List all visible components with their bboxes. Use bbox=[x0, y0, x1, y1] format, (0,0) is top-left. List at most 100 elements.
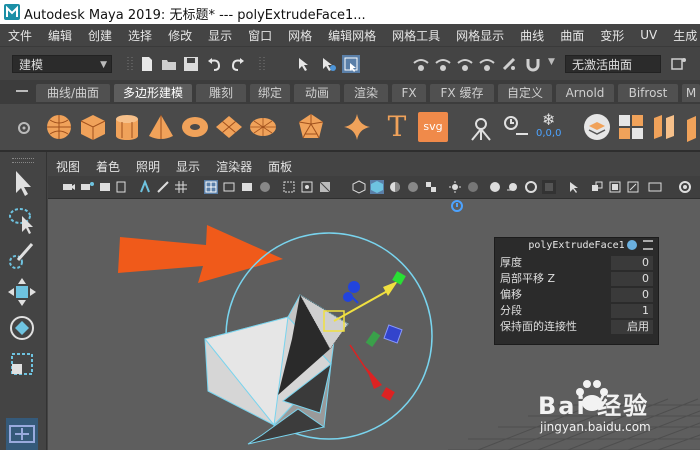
channel-menu-icon[interactable] bbox=[643, 240, 653, 250]
snowflake-icon[interactable]: ❄ 0,0,0 bbox=[536, 110, 566, 142]
menu-set-dropdown[interactable]: 建模 ▼ bbox=[12, 55, 112, 73]
super-shape-icon[interactable] bbox=[342, 112, 372, 142]
select-component-icon[interactable] bbox=[342, 55, 360, 73]
menu-curves[interactable]: 曲线 bbox=[512, 27, 552, 44]
select-hierarchy-icon[interactable] bbox=[296, 55, 314, 73]
xray-icon[interactable] bbox=[258, 180, 272, 194]
wireframe-icon[interactable] bbox=[204, 180, 218, 194]
snap-grid-icon[interactable] bbox=[412, 55, 430, 73]
menu-modify[interactable]: 修改 bbox=[160, 27, 200, 44]
screen-space-ao-icon[interactable] bbox=[488, 180, 502, 194]
open-scene-icon[interactable] bbox=[160, 55, 178, 73]
anti-aliasing-icon[interactable] bbox=[524, 180, 538, 194]
type-tool-icon[interactable]: T bbox=[382, 112, 412, 142]
motion-blur-icon[interactable] bbox=[506, 180, 520, 194]
extract-icon[interactable] bbox=[684, 112, 700, 142]
move-tool-icon[interactable] bbox=[6, 276, 38, 308]
sweep-mesh-icon[interactable] bbox=[466, 112, 496, 142]
poly-plane-icon[interactable] bbox=[214, 112, 244, 142]
magnet-icon[interactable] bbox=[524, 55, 542, 73]
svg-tool-icon[interactable]: svg bbox=[418, 112, 448, 142]
poly-disc-icon[interactable] bbox=[248, 112, 278, 142]
menu-windows[interactable]: 窗口 bbox=[240, 27, 280, 44]
new-scene-icon[interactable] bbox=[138, 55, 156, 73]
camera-select-icon[interactable] bbox=[62, 180, 76, 194]
tab-curves-surfaces[interactable]: 曲线/曲面 bbox=[36, 84, 110, 102]
tab-arnold[interactable]: Arnold bbox=[556, 84, 614, 102]
panel-menu-panels[interactable]: 面板 bbox=[260, 158, 300, 175]
menu-display[interactable]: 显示 bbox=[200, 27, 240, 44]
panel-menu-show[interactable]: 显示 bbox=[168, 158, 208, 175]
panel-menu-view[interactable]: 视图 bbox=[48, 158, 88, 175]
save-scene-icon[interactable] bbox=[182, 55, 200, 73]
attr-value-offset[interactable]: 0 bbox=[611, 288, 653, 302]
shaded-icon[interactable] bbox=[370, 180, 384, 194]
checker-icon[interactable] bbox=[424, 180, 438, 194]
live-surface-field[interactable]: 无激活曲面 bbox=[565, 55, 661, 73]
layers-icon[interactable] bbox=[582, 112, 612, 142]
grid-icon[interactable] bbox=[174, 180, 188, 194]
rotate-tool-icon[interactable] bbox=[6, 312, 38, 344]
scale-tool-icon[interactable] bbox=[6, 348, 38, 380]
menu-edit-mesh[interactable]: 编辑网格 bbox=[320, 27, 384, 44]
extruded-mesh[interactable] bbox=[204, 294, 349, 445]
menu-uv[interactable]: UV bbox=[632, 28, 665, 42]
select-tool-icon[interactable] bbox=[6, 166, 38, 198]
menu-mesh-display[interactable]: 网格显示 bbox=[448, 27, 512, 44]
lighting-icon[interactable] bbox=[448, 180, 462, 194]
attr-value-thickness[interactable]: 0 bbox=[611, 256, 653, 270]
last-tool-icon[interactable] bbox=[6, 418, 38, 450]
chevron-down-icon[interactable]: ▼ bbox=[548, 57, 555, 67]
platonic-solid-icon[interactable] bbox=[296, 112, 326, 142]
attr-value-local-translate-z[interactable]: 0 bbox=[611, 272, 653, 286]
timer-icon[interactable] bbox=[500, 112, 530, 142]
shadows-icon[interactable] bbox=[466, 180, 480, 194]
render-settings-icon[interactable] bbox=[670, 55, 688, 73]
smooth-shade-icon[interactable] bbox=[222, 180, 236, 194]
poly-cone-icon[interactable] bbox=[146, 112, 176, 142]
menu-select[interactable]: 选择 bbox=[120, 27, 160, 44]
resolution-gate-icon[interactable] bbox=[608, 180, 622, 194]
separate-icon[interactable] bbox=[650, 112, 680, 142]
combine-icon[interactable] bbox=[616, 112, 646, 142]
exposure-icon[interactable] bbox=[648, 180, 662, 194]
gear-icon[interactable] bbox=[16, 120, 32, 136]
bookmark-icon[interactable] bbox=[98, 180, 112, 194]
color-management-icon[interactable] bbox=[678, 180, 692, 194]
gate-mask-icon[interactable] bbox=[626, 180, 640, 194]
menu-generate[interactable]: 生成 bbox=[665, 27, 700, 44]
poly-cube-icon[interactable] bbox=[78, 112, 108, 142]
tab-bifrost[interactable]: Bifrost bbox=[618, 84, 678, 102]
2d-pan-zoom-icon[interactable] bbox=[138, 180, 152, 194]
flat-shade-icon[interactable] bbox=[388, 180, 402, 194]
menu-mesh-tools[interactable]: 网格工具 bbox=[384, 27, 448, 44]
menu-surfaces[interactable]: 曲面 bbox=[552, 27, 592, 44]
redo-icon[interactable] bbox=[228, 55, 246, 73]
attr-value-keep-faces-together[interactable]: 启用 bbox=[611, 320, 653, 334]
grease-pencil-icon[interactable] bbox=[156, 180, 170, 194]
wireframe-on-shaded-icon[interactable] bbox=[352, 180, 366, 194]
camera-attributes-icon[interactable] bbox=[80, 180, 94, 194]
snap-point-icon[interactable] bbox=[456, 55, 474, 73]
tab-rigging[interactable]: 绑定 bbox=[250, 84, 290, 102]
menu-edit[interactable]: 编辑 bbox=[40, 27, 80, 44]
lasso-tool-icon[interactable] bbox=[6, 204, 38, 236]
snap-curve-icon[interactable] bbox=[434, 55, 452, 73]
select-object-icon[interactable] bbox=[320, 55, 338, 73]
panel-menu-lighting[interactable]: 照明 bbox=[128, 158, 168, 175]
shelf-menu-icon[interactable] bbox=[16, 90, 28, 92]
tab-fx[interactable]: FX bbox=[392, 84, 426, 102]
poly-sphere-icon[interactable] bbox=[44, 112, 74, 142]
tab-animation[interactable]: 动画 bbox=[294, 84, 340, 102]
xray-joints-icon[interactable] bbox=[300, 180, 314, 194]
attr-value-divisions[interactable]: 1 bbox=[611, 304, 653, 318]
depth-of-field-icon[interactable] bbox=[542, 180, 556, 194]
image-plane-icon[interactable] bbox=[114, 180, 128, 194]
menu-file[interactable]: 文件 bbox=[0, 27, 40, 44]
default-material-icon[interactable] bbox=[240, 180, 254, 194]
menu-deform[interactable]: 变形 bbox=[592, 27, 632, 44]
tab-mash[interactable]: M bbox=[682, 84, 700, 102]
poly-torus-icon[interactable] bbox=[180, 112, 210, 142]
view-cube-icon[interactable] bbox=[451, 200, 463, 212]
textured-icon[interactable] bbox=[318, 180, 332, 194]
